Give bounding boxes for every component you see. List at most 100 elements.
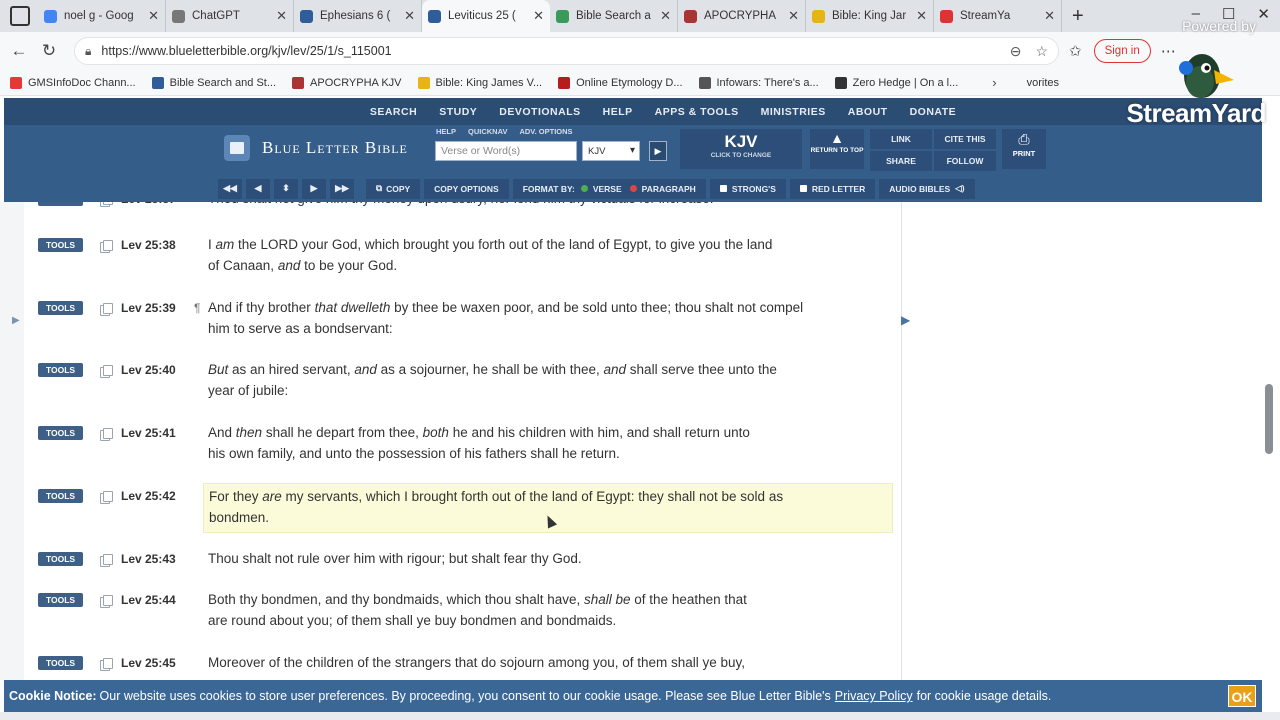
browser-tab[interactable]: Bible Search a ✕ (550, 0, 678, 32)
top-nav-item[interactable]: STUDY (439, 106, 477, 118)
copy-verse-icon[interactable] (100, 303, 113, 316)
top-nav-item[interactable]: ABOUT (848, 106, 888, 118)
copy-verse-icon[interactable] (100, 428, 113, 441)
top-nav-item[interactable]: SEARCH (370, 106, 417, 118)
blb-logo[interactable]: Blue Letter Bible (224, 135, 408, 161)
quicknav-link[interactable]: QUICKNAV (468, 127, 507, 136)
page-scrollbar[interactable] (1265, 384, 1273, 454)
tab-close-icon[interactable]: ✕ (660, 8, 671, 24)
red-letter-toggle[interactable]: RED LETTER (789, 178, 876, 199)
tab-close-icon[interactable]: ✕ (276, 8, 287, 24)
back-icon[interactable]: ← (4, 41, 34, 61)
verse-tools-button[interactable]: TOOLS (38, 656, 83, 670)
other-favorites-label[interactable]: vorites (1027, 77, 1059, 89)
next-chapter-icon[interactable]: ▶ (302, 178, 326, 199)
copy-verse-icon[interactable] (100, 658, 113, 671)
top-nav-item[interactable]: DONATE (910, 106, 957, 118)
version-select[interactable]: KJV (582, 141, 640, 161)
top-nav-item[interactable]: HELP (603, 106, 633, 118)
verse-reference[interactable]: Lev 25:39 (121, 301, 176, 315)
close-window-icon[interactable]: ✕ (1257, 5, 1270, 23)
verse-reference[interactable]: Lev 25:44 (121, 593, 176, 607)
bookmark-item[interactable]: Bible Search and St... (151, 76, 276, 89)
browser-tab[interactable]: StreamYa ✕ (934, 0, 1062, 32)
chapter-list-icon[interactable]: ⬍ (274, 178, 298, 199)
url-field[interactable]: 🔒︎ https://www.blueletterbible.org/kjv/l… (74, 37, 1059, 65)
verse-tools-button[interactable]: TOOLS (38, 238, 83, 252)
verse-tools-button[interactable]: TOOLS (38, 593, 83, 607)
first-chapter-icon[interactable]: ◀◀ (218, 178, 242, 199)
tab-close-icon[interactable]: ✕ (788, 8, 799, 24)
copy-verse-icon[interactable] (100, 554, 113, 567)
copy-options-button[interactable]: COPY OPTIONS (424, 178, 509, 199)
bookmark-item[interactable]: Infowars: There's a... (698, 76, 819, 89)
return-to-top-button[interactable]: ▲ RETURN TO TOP (810, 129, 864, 169)
privacy-policy-link[interactable]: Privacy Policy (835, 689, 913, 703)
expand-left-icon[interactable]: ▶ (12, 315, 20, 326)
bookmark-item[interactable]: GMSInfoDoc Chann... (10, 76, 136, 89)
copy-button[interactable]: ⧉ COPY (366, 178, 421, 199)
verse-tools-button[interactable]: TOOLS (38, 489, 83, 503)
expand-right-icon[interactable]: ▶ (901, 313, 911, 329)
tab-close-icon[interactable]: ✕ (1044, 8, 1055, 24)
browser-tab[interactable]: noel g - Goog ✕ (38, 0, 166, 32)
verse-reference[interactable]: Lev 25:45 (121, 656, 176, 670)
copy-verse-icon[interactable] (100, 491, 113, 504)
browser-tab[interactable]: Bible: King Jar ✕ (806, 0, 934, 32)
verse-reference[interactable]: Lev 25:37 (121, 202, 176, 206)
zoom-icon[interactable]: ⊖ (1010, 43, 1022, 60)
paragraph-radio[interactable] (629, 185, 637, 192)
top-nav-item[interactable]: DEVOTIONALS (499, 106, 580, 118)
top-nav-item[interactable]: APPS & TOOLS (655, 106, 739, 118)
help-link[interactable]: HELP (436, 127, 456, 136)
browser-tab[interactable]: Ephesians 6 (✕ (294, 0, 422, 32)
follow-button[interactable]: FOLLOW (934, 151, 996, 171)
tab-close-icon[interactable]: ✕ (916, 8, 927, 24)
bookmarks-overflow-icon[interactable]: › (992, 75, 996, 90)
reload-icon[interactable]: ↻ (34, 41, 64, 61)
tab-close-icon[interactable]: ✕ (533, 8, 544, 24)
copy-verse-icon[interactable] (100, 365, 113, 378)
browser-tab[interactable]: Leviticus 25 (✕ (422, 0, 550, 32)
favorites-icon[interactable]: ✩ (1069, 42, 1082, 60)
verse-tools-button[interactable]: TOOLS (38, 363, 83, 377)
browser-tab[interactable]: ChatGPT ✕ (166, 0, 294, 32)
bookmark-item[interactable]: Bible: King James V... (417, 76, 542, 89)
copy-verse-icon[interactable] (100, 202, 113, 207)
bookmark-item[interactable]: Online Etymology D... (558, 76, 683, 89)
tab-close-icon[interactable]: ✕ (148, 8, 159, 24)
bookmark-item[interactable]: Zero Hedge | On a l... (834, 76, 958, 89)
bookmark-item[interactable]: APOCRYPHA KJV (292, 76, 402, 89)
verse-tools-button[interactable]: TOOLS (38, 202, 83, 206)
last-chapter-icon[interactable]: ▶▶ (330, 178, 354, 199)
verse-reference[interactable]: Lev 25:42 (121, 489, 176, 503)
verse-tools-button[interactable]: TOOLS (38, 552, 83, 566)
tab-actions-icon[interactable] (10, 6, 30, 26)
browser-tab[interactable]: APOCRYPHA ✕ (678, 0, 806, 32)
verse-tools-button[interactable]: TOOLS (38, 426, 83, 440)
top-nav-item[interactable]: MINISTRIES (761, 106, 826, 118)
tab-close-icon[interactable]: ✕ (404, 8, 415, 24)
print-button[interactable]: ⎙ PRINT (1002, 129, 1046, 169)
verse-search-input[interactable]: Verse or Word(s) (435, 141, 577, 161)
cookie-ok-button[interactable]: OK (1228, 685, 1256, 707)
sign-in-button[interactable]: Sign in (1093, 39, 1151, 63)
copy-verse-icon[interactable] (100, 240, 113, 253)
adv-options-link[interactable]: ADV. OPTIONS (519, 127, 572, 136)
cite-this-button[interactable]: CITE THIS (934, 129, 996, 149)
more-icon[interactable]: ⋯ (1161, 42, 1176, 60)
verse-reference[interactable]: Lev 25:40 (121, 363, 176, 377)
verse-radio[interactable] (580, 185, 588, 192)
link-button[interactable]: LINK (870, 129, 932, 149)
strongs-toggle[interactable]: STRONG'S (709, 178, 786, 199)
share-button[interactable]: SHARE (870, 151, 932, 171)
prev-chapter-icon[interactable]: ◀ (246, 178, 270, 199)
search-go-button[interactable]: ▶ (649, 141, 667, 161)
verse-reference[interactable]: Lev 25:38 (121, 238, 176, 252)
favorite-star-icon[interactable]: ☆ (1035, 43, 1048, 60)
verse-reference[interactable]: Lev 25:41 (121, 426, 176, 440)
verse-reference[interactable]: Lev 25:43 (121, 552, 176, 566)
copy-verse-icon[interactable] (100, 595, 113, 608)
audio-bibles-button[interactable]: AUDIO BIBLES ◁) (879, 178, 975, 199)
version-change-button[interactable]: KJV CLICK TO CHANGE (680, 129, 802, 169)
